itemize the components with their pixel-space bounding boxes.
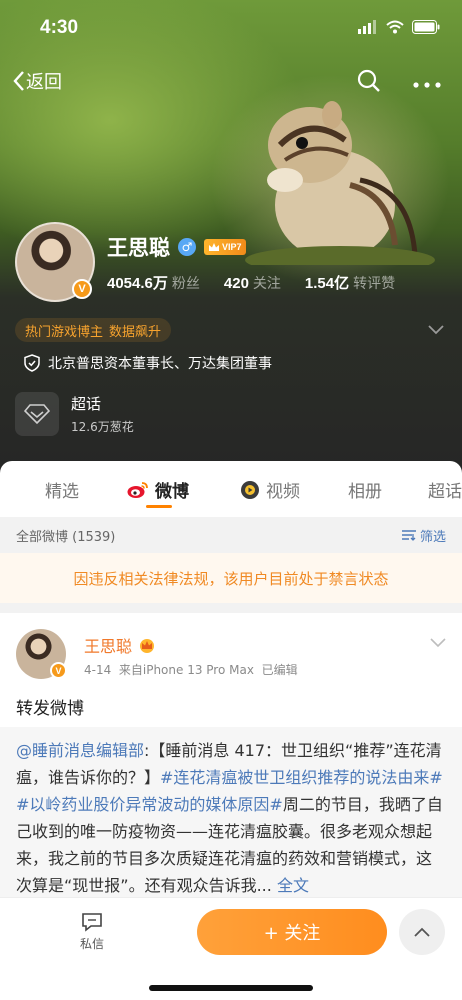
stat-likes-value: 1.54亿 <box>304 275 350 292</box>
stat-followers-value: 4054.6万 <box>107 275 168 292</box>
video-icon <box>241 480 259 499</box>
chaohua-title: 超话 <box>71 395 102 413</box>
hot-tag[interactable]: 热门游戏博主 数据飙升 <box>15 318 172 342</box>
post-author-name[interactable]: 王思聪 <box>84 633 132 657</box>
wifi-icon <box>386 20 404 34</box>
repost-mention[interactable]: @睡前消息编辑部 <box>16 741 144 760</box>
active-tab-indicator <box>146 505 172 508</box>
chevron-down-icon <box>430 638 446 648</box>
repost-hashtag-1[interactable]: #连花清瘟被世卫组织推荐的说法由来# <box>160 768 443 787</box>
hot-tag-part1: 热门游戏博主 <box>25 324 104 340</box>
tab-video[interactable]: 视频 <box>240 477 300 502</box>
weibo-count: 全部微博 (1539) <box>16 529 116 545</box>
post-author-row: 王思聪 <box>84 633 156 657</box>
tab-weibo[interactable]: 微博 <box>127 477 189 502</box>
status-icons <box>358 20 440 34</box>
weibo-post[interactable]: V 王思聪 4-14 来自iPhone 13 Pro Max 已编辑 转发微博 … <box>0 613 462 913</box>
vip-badge[interactable]: VIP7 <box>204 239 246 255</box>
search-icon <box>357 69 380 92</box>
section-divider <box>0 603 462 613</box>
message-icon <box>82 913 102 932</box>
gender-male-icon: ♂ <box>178 238 196 256</box>
tab-featured-label: 精选 <box>45 482 79 502</box>
post-verified-badge: V <box>50 662 67 679</box>
signal-icon <box>358 20 376 34</box>
back-label: 返回 <box>26 72 62 93</box>
weibo-logo-icon <box>127 481 148 498</box>
battery-icon <box>412 20 440 34</box>
stat-following[interactable]: 420 关注 <box>224 273 281 293</box>
search-button[interactable] <box>356 68 382 98</box>
dm-button[interactable]: 私信 <box>80 912 104 952</box>
profile-name-row: 王思聪 ♂ VIP7 <box>107 232 246 262</box>
chaohua-entry[interactable]: 超话 12.6万葱花 <box>15 392 134 436</box>
filter-bar: 全部微博 (1539) 筛选 <box>0 517 462 553</box>
status-bar: 4:30 <box>0 0 462 58</box>
tab-video-label: 视频 <box>266 482 300 502</box>
filter-icon <box>401 530 416 541</box>
tab-album-label: 相册 <box>348 482 382 502</box>
chaohua-subtitle: 12.6万葱花 <box>71 420 134 434</box>
vip-label: VIP7 <box>222 242 242 252</box>
expand-profile-button[interactable] <box>428 320 444 339</box>
top-nav: 返回 <box>0 62 462 102</box>
repost-text3: 还有观众告诉我... <box>144 876 272 895</box>
verified-badge: V <box>72 279 92 299</box>
chevron-up-icon <box>414 927 430 937</box>
repost-content[interactable]: @睡前消息编辑部:【睡前消息 417：世卫组织“推荐”连花清瘟，谁告诉你的？】#… <box>0 727 462 913</box>
stat-followers-label: 粉丝 <box>171 276 200 292</box>
back-button[interactable]: 返回 <box>12 68 62 94</box>
profile-tabs: 精选 微博 视频 相册 超话 <box>0 461 462 517</box>
stat-followers[interactable]: 4054.6万 粉丝 <box>107 272 200 293</box>
chevron-left-icon <box>13 71 24 91</box>
post-verified-symbol: V <box>55 665 62 676</box>
tab-chaohua-label: 超话 <box>428 482 462 502</box>
profile-stats: 4054.6万 粉丝 420 关注 1.54亿 转评赞 <box>107 272 395 293</box>
tab-album[interactable]: 相册 <box>348 477 382 502</box>
hot-tag-part2: 数据飙升 <box>109 324 162 340</box>
filter-button[interactable]: 筛选 <box>401 526 446 545</box>
crown-icon <box>209 243 219 251</box>
profile-name: 王思聪 <box>107 236 170 260</box>
full-text-link[interactable]: 全文 <box>277 876 309 895</box>
post-source: 来自iPhone 13 Pro Max <box>118 663 254 677</box>
filter-label: 筛选 <box>419 529 446 545</box>
more-button[interactable] <box>412 70 442 95</box>
home-indicator <box>149 985 313 991</box>
chipmunk-photo <box>245 101 435 265</box>
stat-following-value: 420 <box>223 275 249 292</box>
follow-button[interactable]: + 关注 <box>197 909 387 955</box>
verification-text: 北京普思资本董事长、万达集团董事 <box>48 356 272 372</box>
vip-crown-icon <box>140 639 155 653</box>
scroll-top-button[interactable] <box>399 909 445 955</box>
shield-icon <box>24 354 40 372</box>
tab-chaohua[interactable]: 超话 <box>428 477 462 502</box>
dm-label: 私信 <box>80 937 105 951</box>
stat-likes-label: 转评赞 <box>353 276 396 292</box>
more-dots-icon <box>413 82 441 88</box>
repost-hashtag-2[interactable]: #以岭药业股价异常波动的媒体原因# <box>16 795 283 814</box>
chaohua-icon-box <box>15 392 59 436</box>
tab-weibo-label: 微博 <box>155 482 189 502</box>
post-date: 4-14 <box>84 663 112 677</box>
verification-row: 北京普思资本董事长、万达集团董事 <box>24 353 272 373</box>
status-time: 4:30 <box>40 17 79 38</box>
ban-notice: 因违反相关法律法规，该用户目前处于禁言状态 <box>0 553 462 603</box>
stat-likes[interactable]: 1.54亿 转评赞 <box>305 272 395 293</box>
profile-cover: 4:30 返回 V 王思聪 ♂ VIP7 4054.6万 粉丝 420 关注 1… <box>0 0 462 480</box>
post-menu-button[interactable] <box>430 633 446 652</box>
tab-featured[interactable]: 精选 <box>45 477 79 502</box>
post-meta: 4-14 来自iPhone 13 Pro Max 已编辑 <box>84 661 298 678</box>
diamond-icon <box>24 404 50 425</box>
post-text: 转发微博 <box>16 699 84 719</box>
post-edited: 已编辑 <box>261 663 298 677</box>
stat-following-label: 关注 <box>252 276 281 292</box>
chevron-down-icon <box>428 325 444 335</box>
